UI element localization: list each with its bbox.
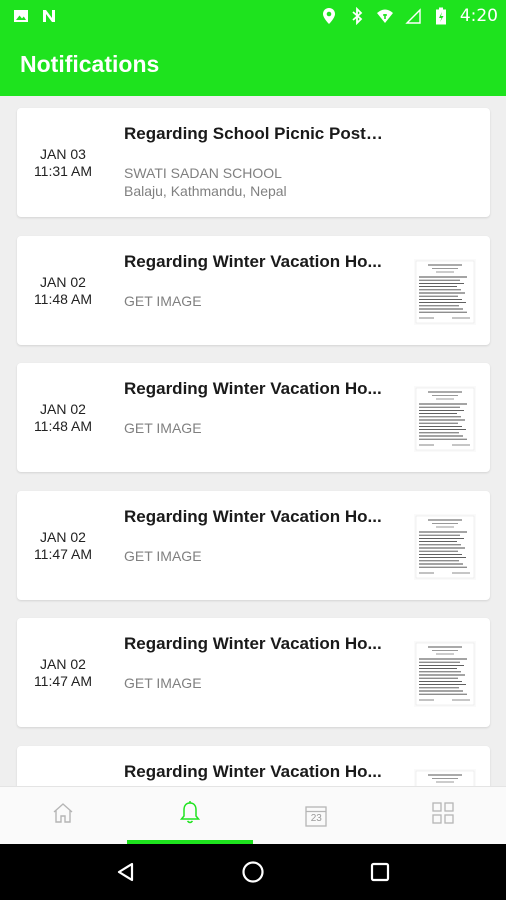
- home-icon: [51, 801, 75, 830]
- notification-day: JAN 02: [40, 655, 86, 672]
- notification-card[interactable]: JAN 02 11:47 AM Regarding Winter Vacatio…: [17, 491, 490, 600]
- document-thumbnail[interactable]: [414, 386, 476, 452]
- clock: 4:20: [459, 6, 498, 26]
- grid-icon: [431, 801, 455, 830]
- notification-time: 11:48 AM: [33, 417, 93, 434]
- notification-time: 11:31 AM: [33, 162, 93, 179]
- notification-time: 11:48 AM: [33, 290, 93, 307]
- notification-day: JAN 02: [40, 273, 86, 290]
- bluetooth-icon: [348, 7, 366, 25]
- home-circle-icon: [242, 861, 264, 883]
- notification-card[interactable]: Regarding Winter Vacation Ho...: [17, 746, 490, 786]
- recents-icon: [371, 862, 390, 882]
- document-thumbnail[interactable]: [414, 769, 476, 786]
- document-thumbnail[interactable]: [414, 514, 476, 580]
- notification-date: JAN 02 11:47 AM: [19, 618, 107, 727]
- notification-title: Regarding Winter Vacation Ho...: [124, 762, 382, 781]
- notification-time: 11:47 AM: [33, 545, 93, 562]
- notification-card[interactable]: JAN 02 11:48 AM Regarding Winter Vacatio…: [17, 363, 490, 472]
- notification-date: JAN 02 11:48 AM: [19, 363, 107, 472]
- nav-menu[interactable]: [380, 787, 506, 844]
- notification-date: JAN 02 11:48 AM: [19, 236, 107, 345]
- recents-button[interactable]: [360, 852, 400, 892]
- notification-school-name: SWATI SADAN SCHOOL: [124, 165, 282, 181]
- page-title: Notifications: [20, 50, 160, 77]
- notification-title: Regarding Winter Vacation Ho...: [124, 379, 382, 398]
- calendar-day: 23: [310, 812, 322, 824]
- bottom-navigation: 23: [0, 786, 506, 844]
- n-logo-icon: [40, 7, 58, 25]
- notification-card[interactable]: JAN 02 11:47 AM Regarding Winter Vacatio…: [17, 618, 490, 727]
- get-image-link[interactable]: GET IMAGE: [124, 420, 202, 436]
- back-icon: [117, 862, 133, 882]
- notification-title: Regarding Winter Vacation Ho...: [124, 507, 382, 526]
- signal-icon: [404, 7, 422, 25]
- app-bar: Notifications: [0, 32, 506, 96]
- home-button[interactable]: [233, 852, 273, 892]
- notification-day: JAN 02: [40, 400, 86, 417]
- notification-day: JAN 03: [40, 145, 86, 162]
- wifi-icon: [376, 7, 394, 25]
- bell-icon: [178, 800, 202, 831]
- notification-school-address: Balaju, Kathmandu, Nepal: [124, 183, 287, 199]
- image-icon: [12, 7, 30, 25]
- nav-calendar[interactable]: 23: [253, 787, 380, 844]
- notification-title: Regarding Winter Vacation Ho...: [124, 634, 382, 653]
- get-image-link[interactable]: GET IMAGE: [124, 675, 202, 691]
- nav-notifications[interactable]: [126, 787, 254, 844]
- get-image-link[interactable]: GET IMAGE: [124, 293, 202, 309]
- nav-home[interactable]: [0, 787, 127, 844]
- document-thumbnail[interactable]: [414, 259, 476, 325]
- notification-date: JAN 02 11:47 AM: [19, 491, 107, 600]
- calendar-icon: 23: [304, 804, 328, 828]
- status-bar: 4:20: [0, 0, 506, 32]
- back-button[interactable]: [106, 852, 146, 892]
- notification-card[interactable]: JAN 03 11:31 AM Regarding School Picnic …: [17, 108, 490, 217]
- battery-icon: [432, 7, 450, 25]
- notification-title: Regarding School Picnic Postp...: [124, 124, 389, 143]
- notification-date: JAN 03 11:31 AM: [19, 108, 107, 217]
- get-image-link[interactable]: GET IMAGE: [124, 548, 202, 564]
- notification-time: 11:47 AM: [33, 672, 93, 689]
- notification-day: JAN 02: [40, 528, 86, 545]
- notification-title: Regarding Winter Vacation Ho...: [124, 252, 382, 271]
- notification-list[interactable]: JAN 03 11:31 AM Regarding School Picnic …: [0, 96, 506, 786]
- notification-card[interactable]: JAN 02 11:48 AM Regarding Winter Vacatio…: [17, 236, 490, 345]
- system-navigation-bar: [0, 844, 506, 900]
- location-icon: [320, 7, 338, 25]
- document-thumbnail[interactable]: [414, 641, 476, 707]
